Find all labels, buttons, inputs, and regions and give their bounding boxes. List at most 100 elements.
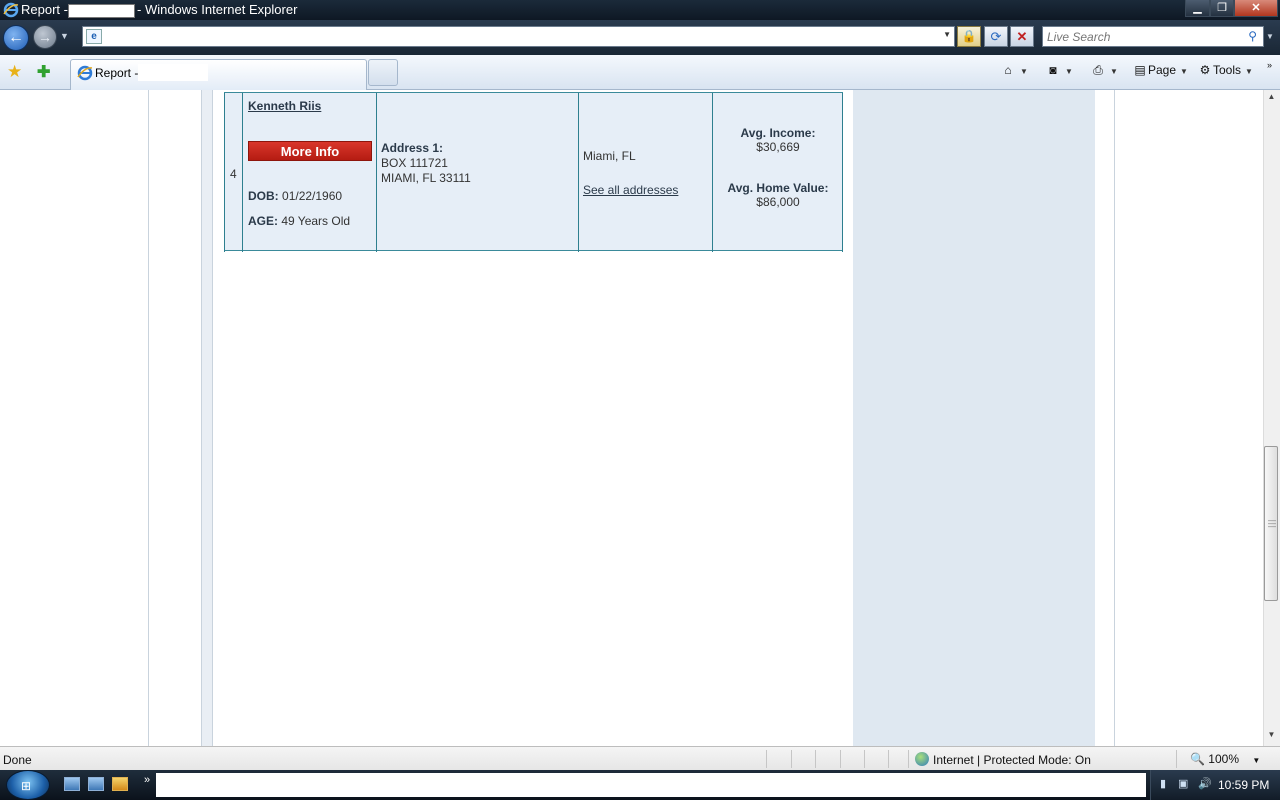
volume-icon[interactable]: 🔊 [1198, 777, 1212, 790]
show-desktop-icon[interactable] [64, 777, 80, 791]
title-bar: Report - - Windows Internet Explorer [0, 0, 1280, 20]
rss-icon: ◙ [1049, 63, 1057, 77]
zoom-icon: 🔍 [1190, 752, 1205, 766]
right-side-panel [853, 90, 1095, 746]
network-icon[interactable]: ▣ [1178, 777, 1188, 790]
forward-button[interactable]: → [33, 25, 57, 49]
table-border [376, 93, 377, 252]
print-button[interactable]: ⎙ ▼ [1090, 61, 1118, 81]
switch-windows-icon[interactable] [88, 777, 104, 791]
clock[interactable]: 10:59 PM [1218, 778, 1269, 792]
address-line-1: BOX 111721 [381, 156, 448, 170]
zoom-level: 100% [1208, 752, 1239, 766]
chevron-down-icon: ▼ [1065, 67, 1073, 76]
row-index: 4 [230, 167, 237, 181]
feeds-button[interactable]: ◙ ▼ [1045, 61, 1073, 81]
stop-button[interactable]: ✕ [1010, 26, 1034, 47]
start-button[interactable]: ⊞ [6, 770, 50, 800]
avg-income-label: Avg. Income: [740, 126, 816, 140]
chevron-down-icon: ▼ [1180, 67, 1188, 76]
status-divider [840, 750, 841, 768]
chevron-down-icon: ▼ [1020, 67, 1028, 76]
more-commands-icon[interactable]: » [1267, 56, 1272, 76]
table-border [224, 93, 225, 252]
zoom-control[interactable]: 🔍 100% ▼ [1190, 752, 1260, 766]
windows-logo-icon: ⊞ [21, 779, 32, 793]
chevron-down-icon: ▼ [1245, 67, 1253, 76]
security-zone-label: Internet | Protected Mode: On [933, 753, 1091, 767]
maximize-button[interactable]: ❐ [1210, 0, 1234, 17]
back-button[interactable]: ← [3, 25, 29, 51]
avg-home-value: Avg. Home Value: $86,000 [713, 181, 843, 209]
page-icon: ▤ [1134, 63, 1146, 77]
vertical-scrollbar[interactable] [1263, 90, 1280, 746]
window-title-suffix: - Windows Internet Explorer [137, 2, 298, 17]
media-player-icon[interactable] [112, 777, 128, 791]
more-info-button[interactable]: More Info [248, 141, 372, 161]
column-divider [1114, 90, 1115, 746]
page-icon: e [86, 29, 102, 44]
recent-pages-dropdown-icon[interactable]: ▼ [60, 31, 69, 41]
search-icon[interactable]: ⚲ [1248, 29, 1257, 43]
status-divider [1176, 750, 1177, 768]
age-value: 49 Years Old [281, 214, 351, 228]
dob-field: DOB: 01/22/1960 [248, 189, 342, 203]
print-icon: ⎙ [1093, 63, 1103, 77]
security-zone[interactable]: Internet | Protected Mode: On [915, 752, 1091, 767]
home-icon: ⌂ [1004, 63, 1012, 77]
tab-report[interactable]: Report - [70, 59, 367, 90]
chevron-down-icon: ▼ [1252, 756, 1261, 765]
table-border [578, 93, 579, 252]
new-tab-button[interactable] [368, 59, 398, 86]
close-window-button[interactable]: ✕ [1234, 0, 1278, 17]
gear-icon: ⚙ [1199, 63, 1211, 77]
person-name-link[interactable]: Kenneth Riis [248, 99, 321, 113]
window-title-prefix: Report - [21, 2, 68, 17]
search-options-dropdown-icon[interactable]: ▼ [1266, 32, 1274, 41]
minimize-button[interactable]: ▁ [1185, 0, 1210, 17]
add-to-favorites-icon[interactable]: ✚ [37, 62, 50, 82]
globe-icon [915, 752, 929, 766]
left-gutter [201, 90, 213, 746]
scrollbar-thumb[interactable]: ― ― ― [1264, 446, 1278, 601]
status-divider [815, 750, 816, 768]
dob-label: DOB: [248, 189, 279, 203]
redacted-title-block [68, 4, 135, 18]
chevron-down-icon: ▼ [1110, 67, 1118, 76]
status-divider [791, 750, 792, 768]
scroll-down-arrow-icon[interactable]: ▼ [1263, 730, 1280, 744]
favorites-center-icon[interactable]: ★ [7, 62, 22, 82]
address-line-2: MIAMI, FL 33111 [381, 171, 471, 185]
page-content: 4 Kenneth Riis More Info DOB: 01/22/1960… [0, 90, 1263, 746]
city-state: Miami, FL [583, 149, 636, 163]
avg-income: Avg. Income: $30,669 [713, 126, 843, 154]
quick-launch-more-icon[interactable]: » [144, 774, 150, 786]
security-lock-icon[interactable]: 🔒 [957, 26, 981, 47]
redacted-taskbar-block [156, 773, 1146, 797]
search-input[interactable] [1043, 27, 1238, 46]
tools-menu-button[interactable]: ⚙ Tools ▼ [1197, 61, 1253, 81]
refresh-button[interactable]: ⟳ [984, 26, 1008, 47]
page-menu-button[interactable]: ▤ Page ▼ [1132, 61, 1188, 81]
avg-home-value-label: Avg. Home Value: [727, 181, 829, 195]
page-menu-label: Page [1148, 63, 1177, 77]
ie-logo-icon [3, 2, 19, 18]
see-all-addresses-link[interactable]: See all addresses [583, 183, 678, 197]
home-button[interactable]: ⌂ ▼ [1000, 61, 1028, 81]
avg-home-value-amount: $86,000 [756, 195, 800, 209]
status-divider [908, 750, 909, 768]
status-bar: Done Internet | Protected Mode: On 🔍 100… [0, 746, 1280, 770]
address-bar[interactable]: e ▼ [82, 26, 955, 47]
status-divider [766, 750, 767, 768]
avg-income-value: $30,669 [756, 140, 800, 154]
scroll-up-arrow-icon[interactable]: ▲ [1263, 92, 1280, 106]
tray-notification-icon[interactable]: ▮ [1160, 777, 1166, 790]
table-border [842, 93, 843, 252]
age-label: AGE: [248, 214, 278, 228]
grip-icon: ― ― ― [1268, 516, 1276, 531]
address-dropdown-icon[interactable]: ▼ [943, 30, 951, 39]
tab-label: Report - [95, 66, 139, 80]
status-text: Done [3, 753, 32, 767]
address-label: Address 1: [381, 141, 444, 155]
search-box[interactable]: ⚲ [1042, 26, 1264, 47]
